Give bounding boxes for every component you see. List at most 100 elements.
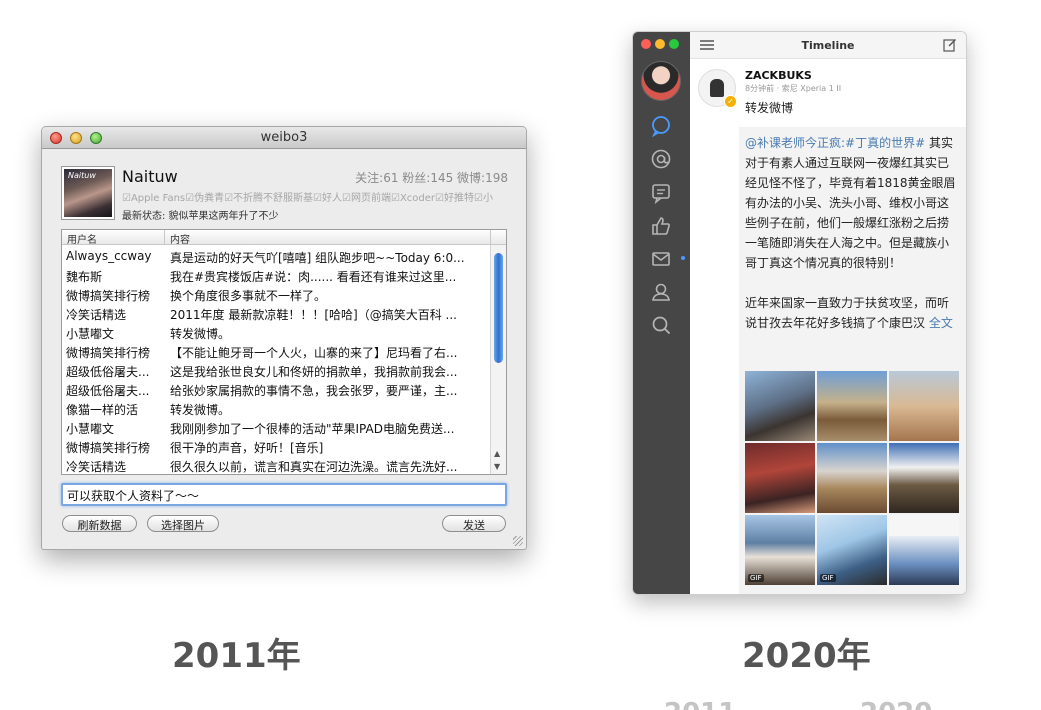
- quoted-topic[interactable]: :#丁真的世界#: [841, 136, 925, 150]
- header-title: Timeline: [801, 39, 855, 52]
- window-title: weibo3: [260, 130, 308, 145]
- read-more-link[interactable]: 全文: [925, 316, 953, 330]
- gif-badge: GIF: [748, 574, 764, 582]
- row-username: 微博搞笑排行榜: [66, 346, 151, 360]
- table-row[interactable]: 超级低俗屠夫... 给张妙家属捐款的事情不急，我会张罗，要严谨，主...: [62, 380, 492, 399]
- row-content: 我刚刚参加了一个很棒的活动"苹果IPAD电脑免费送...: [170, 422, 455, 436]
- table-row[interactable]: 微博搞笑排行榜 换个角度很多事就不一样了。: [62, 285, 492, 304]
- table-row[interactable]: Always_ccway 真是运动的好天气吖[嘻嘻] 组队跑步吧~~Today 6…: [62, 247, 492, 266]
- column-header-content[interactable]: 内容: [170, 231, 190, 246]
- grid-image[interactable]: [889, 515, 959, 585]
- table-row[interactable]: 超级低俗屠夫... 这是我给张世良女儿和佟妍的捐款单，我捐款前我会...: [62, 361, 492, 380]
- grid-image[interactable]: [817, 371, 887, 441]
- avatar-caption: Naituw: [68, 171, 96, 180]
- row-content: 真是运动的好天气吖[嘻嘻] 组队跑步吧~~Today 6:0...: [170, 251, 465, 265]
- grid-image[interactable]: [889, 443, 959, 513]
- zoom-button[interactable]: [669, 39, 679, 49]
- resize-grip-icon[interactable]: [513, 536, 523, 546]
- search-icon[interactable]: [650, 314, 672, 336]
- unread-dot: [681, 256, 685, 260]
- row-username: 魏布斯: [66, 270, 103, 284]
- row-content: 给张妙家属捐款的事情不急，我会张罗，要严谨，主...: [170, 384, 458, 398]
- compose-input[interactable]: 可以获取个人资料了～～: [61, 483, 507, 506]
- grid-image[interactable]: [889, 371, 959, 441]
- row-username: 冷笑话精选: [66, 308, 127, 322]
- profile-person-icon[interactable]: [650, 281, 672, 303]
- profile-stats: 关注:61 粉丝:145 微博:198: [355, 171, 508, 185]
- table-row[interactable]: 魏布斯 我在#贵宾楼饭店#说：肉...... 看看还有谁来过这里...: [62, 266, 492, 285]
- grid-image[interactable]: GIF: [817, 515, 887, 585]
- grid-image[interactable]: [817, 443, 887, 513]
- row-username: 小慧嘟文: [66, 422, 115, 436]
- comments-icon[interactable]: [650, 182, 672, 204]
- row-username: 小慧嘟文: [66, 327, 115, 341]
- minimize-button[interactable]: [655, 39, 665, 49]
- grid-image[interactable]: [745, 443, 815, 513]
- table-row[interactable]: 小慧嘟文 我刚刚参加了一个很棒的活动"苹果IPAD电脑免费送...: [62, 418, 492, 437]
- row-content: 很久很久以前，谎言和真实在河边洗澡。谎言先洗好...: [170, 460, 458, 474]
- scroll-down-icon[interactable]: ▼: [494, 462, 500, 471]
- profile-username: Naituw: [122, 167, 178, 186]
- table-header: 用户名 内容: [62, 230, 506, 246]
- scroll-up-icon[interactable]: ▲: [494, 449, 500, 458]
- year-label-2020: 2020年: [742, 636, 871, 676]
- row-content: 换个角度很多事就不一样了。: [170, 289, 327, 303]
- timeline-main: Timeline ✓ ZACKBUKS 8分钟前 · 索尼 Xperia 1 I…: [690, 32, 966, 594]
- table-row[interactable]: 微博搞笑排行榜 很干净的声音，好听！[音乐]: [62, 437, 492, 456]
- row-content: 我在#贵宾楼饭店#说：肉...... 看看还有谁来过这里...: [170, 270, 457, 284]
- row-content: 2011年度 最新款凉鞋！！！[哈哈]（@搞笑大百科 ...: [170, 308, 457, 322]
- table-row[interactable]: 小慧嘟文 转发微博。: [62, 323, 492, 342]
- row-username: 冷笑话精选: [66, 460, 127, 474]
- sidebar-avatar[interactable]: [641, 61, 681, 101]
- row-username: 超级低俗屠夫...: [66, 384, 150, 398]
- profile-avatar[interactable]: Naituw: [61, 166, 115, 220]
- quoted-body-2: 近年来国家一直致力于扶贫攻坚，而听说甘孜去年花好多钱搞了个康巴汉: [745, 296, 950, 330]
- post-author-name[interactable]: ZACKBUKS: [745, 69, 812, 82]
- column-header-user[interactable]: 用户名: [67, 231, 97, 246]
- row-content: 这是我给张世良女儿和佟妍的捐款单，我捐款前我会...: [170, 365, 458, 379]
- compose-edit-icon[interactable]: [943, 38, 957, 52]
- cutoff-label-left: 2011: [664, 698, 736, 710]
- quoted-body: 其实对于有素人通过互联网一夜爆红其实已经见怪不怪了，毕竟有着1818黄金眼眉有办…: [745, 136, 956, 270]
- sidebar: [633, 32, 690, 594]
- pick-image-button[interactable]: 选择图片: [147, 515, 219, 532]
- table-row[interactable]: 冷笑话精选 2011年度 最新款凉鞋！！！[哈哈]（@搞笑大百科 ...: [62, 304, 492, 323]
- row-username: 像猫一样的活: [66, 403, 139, 417]
- table-row[interactable]: 冷笑话精选 很久很久以前，谎言和真实在河边洗澡。谎言先洗好...: [62, 456, 492, 474]
- quoted-post[interactable]: @补课老师今正疯:#丁真的世界# 其实对于有素人通过互联网一夜爆红其实已经见怪不…: [739, 127, 966, 594]
- vertical-scrollbar[interactable]: ▲ ▼: [490, 245, 506, 474]
- refresh-button[interactable]: 刷新数据: [62, 515, 137, 532]
- latest-status: 最新状态: 貌似苹果这两年升了不少: [122, 211, 279, 222]
- timeline-post[interactable]: ✓ ZACKBUKS 8分钟前 · 索尼 Xperia 1 II 转发微博 @补…: [690, 59, 966, 594]
- verified-badge-icon: ✓: [724, 95, 737, 108]
- post-text: 转发微博: [745, 101, 794, 115]
- table-row[interactable]: 像猫一样的活 转发微博。: [62, 399, 492, 418]
- post-author-avatar[interactable]: ✓: [698, 69, 737, 108]
- row-content: 转发微博。: [170, 403, 231, 417]
- timeline-window: Timeline ✓ ZACKBUKS 8分钟前 · 索尼 Xperia 1 I…: [632, 31, 967, 595]
- timeline-table[interactable]: 用户名 内容 Always_ccway 真是运动的好天气吖[嘻嘻] 组队跑步吧~~…: [61, 229, 507, 475]
- post-meta: 8分钟前 · 索尼 Xperia 1 II: [745, 84, 842, 93]
- timeline-header: Timeline: [690, 32, 966, 59]
- mention-at-icon[interactable]: [650, 148, 672, 170]
- like-thumb-icon[interactable]: [650, 215, 672, 237]
- row-username: Always_ccway: [66, 249, 152, 263]
- table-row[interactable]: 微博搞笑排行榜 【不能让鲍牙哥一个人火，山寨的来了】尼玛看了右...: [62, 342, 492, 361]
- row-username: 超级低俗屠夫...: [66, 365, 150, 379]
- timeline-bubble-icon[interactable]: [650, 115, 672, 137]
- image-grid: GIF GIF: [745, 371, 959, 585]
- scrollbar-thumb[interactable]: [494, 253, 503, 363]
- weibo3-window: weibo3 Naituw Naituw 关注:61 粉丝:145 微博:198…: [41, 126, 527, 550]
- grid-image[interactable]: [745, 371, 815, 441]
- gif-badge: GIF: [820, 574, 836, 582]
- cutoff-label-right: 2020: [860, 698, 932, 710]
- row-content: 很干净的声音，好听！[音乐]: [170, 441, 324, 455]
- row-username: 微博搞笑排行榜: [66, 441, 151, 455]
- row-content: 【不能让鲍牙哥一个人火，山寨的来了】尼玛看了右...: [170, 346, 458, 360]
- quoted-mention[interactable]: @补课老师今正疯: [745, 136, 841, 150]
- send-button[interactable]: 发送: [442, 515, 506, 532]
- profile-tags: ☑Apple Fans☑伪粪青☑不折腾不舒服斯基☑好人☑网页前端☑Xcoder☑…: [122, 193, 493, 204]
- messages-mail-icon[interactable]: [650, 248, 672, 270]
- close-button[interactable]: [641, 39, 651, 49]
- grid-image[interactable]: GIF: [745, 515, 815, 585]
